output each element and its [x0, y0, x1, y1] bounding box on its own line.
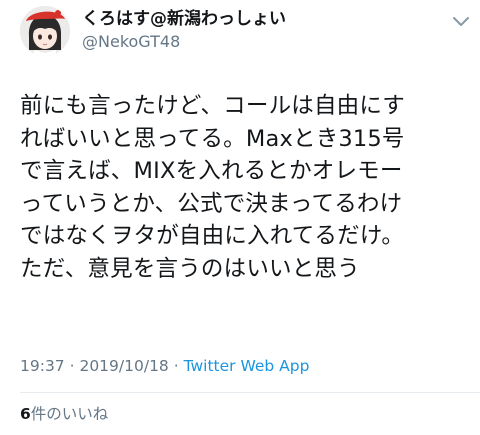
- tweet-date[interactable]: 2019/10/18: [79, 357, 168, 375]
- tweet-card: くろはす@新潟わっしょい @NekoGT48 前にも言ったけど、コールは自由にす…: [0, 0, 480, 435]
- tweet-text-line: ではなくヲタが自由に入れてるだけ。: [20, 223, 405, 249]
- tweet-time: 19:37: [20, 357, 65, 375]
- tweet-source-app[interactable]: Twitter Web App: [184, 357, 310, 375]
- tweet-text-line: で言えば、MIXを入れるとかオレモー: [20, 158, 403, 184]
- user-info: くろはす@新潟わっしょい @NekoGT48: [82, 8, 286, 53]
- tweet-text-line: ればいいと思ってる。Maxとき315号: [20, 125, 405, 152]
- avatar-illustration-icon: [20, 6, 70, 56]
- tweet-text: 前にも言ったけど、コールは自由にす ればいいと思ってる。Maxとき315号 で言…: [20, 90, 472, 285]
- meta-separator: ·: [168, 357, 184, 375]
- tweet-text-line: ただ、意見を言うのはいいと思う: [20, 255, 360, 282]
- avatar[interactable]: [20, 6, 70, 56]
- tweet-meta: 19:37 · 2019/10/18 · Twitter Web App: [20, 356, 309, 376]
- meta-separator: ·: [64, 357, 80, 375]
- tweet-header: くろはす@新潟わっしょい @NekoGT48: [20, 6, 470, 58]
- likes-stat[interactable]: 6件のいいね: [20, 404, 108, 424]
- tweet-text-line: っていうとか、公式で決まってるわけ: [20, 190, 403, 217]
- tweet-text-line: 前にも言ったけど、コールは自由にす: [20, 93, 406, 119]
- chevron-down-icon[interactable]: [452, 14, 470, 28]
- likes-label: 件のいいね: [30, 405, 109, 423]
- display-name[interactable]: くろはす@新潟わっしょい: [82, 8, 286, 30]
- likes-count: 6: [20, 405, 31, 423]
- user-handle[interactable]: @NekoGT48: [82, 31, 286, 53]
- divider: [20, 392, 480, 393]
